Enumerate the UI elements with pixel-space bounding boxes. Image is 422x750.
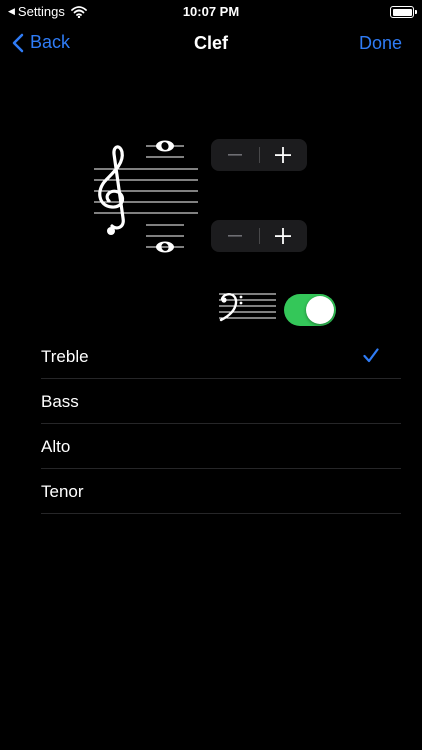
checkmark-icon <box>363 348 379 363</box>
plus-icon <box>275 147 291 163</box>
lower-range-stepper <box>211 220 307 252</box>
lower-note-icon <box>146 241 184 253</box>
bass-clef-staff-icon <box>219 293 276 322</box>
battery-icon <box>390 6 417 18</box>
clef-option-label: Alto <box>41 437 71 456</box>
done-button[interactable]: Done <box>359 33 402 54</box>
treble-clef-icon <box>98 145 125 230</box>
upper-range-stepper <box>211 139 307 171</box>
status-time: 10:07 PM <box>182 4 240 19</box>
minus-icon <box>228 154 242 156</box>
clef-option-label: Treble <box>41 347 89 366</box>
clef-list: Treble Bass Alto Tenor <box>41 334 401 514</box>
clef-option-label: Tenor <box>41 482 84 501</box>
upper-increment-button[interactable] <box>259 139 307 171</box>
bass-clef-toggle[interactable] <box>284 294 336 326</box>
toggle-knob <box>306 296 334 324</box>
clef-option-treble[interactable]: Treble <box>41 334 401 379</box>
plus-icon <box>275 228 291 244</box>
clef-option-label: Bass <box>41 392 79 411</box>
clef-option-tenor[interactable]: Tenor <box>41 469 401 514</box>
lower-decrement-button[interactable] <box>211 220 259 252</box>
clef-option-alto[interactable]: Alto <box>41 424 401 469</box>
status-bar: ◀ Settings 10:07 PM <box>0 0 422 24</box>
treble-staff-range-graphic <box>94 140 198 253</box>
navigation-bar: Back Clef Done <box>0 24 422 64</box>
minus-icon <box>228 235 242 237</box>
lower-increment-button[interactable] <box>259 220 307 252</box>
upper-decrement-button[interactable] <box>211 139 259 171</box>
clef-screen: ◀ Settings 10:07 PM Back Clef Done Trebl… <box>0 0 422 750</box>
upper-note-icon <box>156 140 174 152</box>
clef-option-bass[interactable]: Bass <box>41 379 401 424</box>
